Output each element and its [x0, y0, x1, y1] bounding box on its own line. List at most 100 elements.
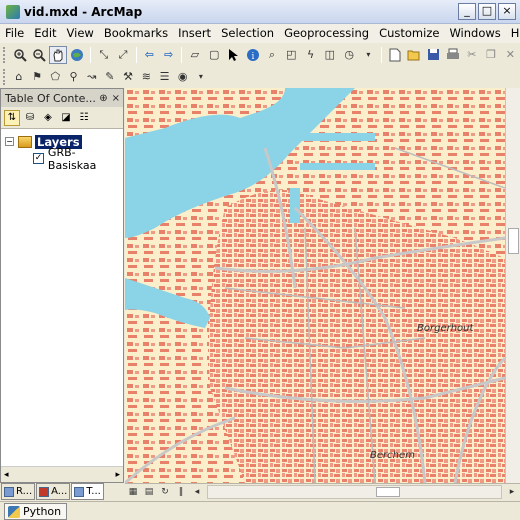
- time-slider-icon[interactable]: ◷: [341, 46, 358, 64]
- map-label-berchem: Berchem: [370, 450, 415, 461]
- pin-icon[interactable]: ⚲: [65, 68, 81, 86]
- python-icon: [8, 505, 20, 518]
- layer-item[interactable]: ✓ GRB-Basiskaa: [5, 146, 123, 172]
- flag-icon[interactable]: ⚑: [29, 68, 45, 86]
- close-button[interactable]: ×: [498, 3, 516, 20]
- toc-bottom-tabs: R... A... T...: [0, 483, 124, 501]
- pause-drawing-icon[interactable]: ‖: [173, 485, 189, 499]
- tools-icon[interactable]: ⚒: [120, 68, 136, 86]
- vertical-scroll-thumb[interactable]: [508, 228, 519, 254]
- scroll-right-icon[interactable]: ▸: [115, 470, 120, 480]
- list-icon[interactable]: ☰: [156, 68, 172, 86]
- auto-hide-pin-icon[interactable]: ⊕: [99, 93, 107, 104]
- table-of-contents-panel: Table Of Conte... ⊕ × ⇅ ⛁ ◈ ◪ ☷ − Layers…: [0, 88, 124, 483]
- zoom-in-icon[interactable]: [11, 46, 28, 64]
- menu-customize[interactable]: Customize: [374, 24, 444, 43]
- scroll-right-icon[interactable]: ▸: [504, 485, 520, 499]
- refresh-icon[interactable]: ↻: [157, 485, 173, 499]
- tab-table-of-contents[interactable]: T...: [71, 483, 104, 500]
- menu-insert[interactable]: Insert: [173, 24, 216, 43]
- edit-vertex-icon[interactable]: ✎: [102, 68, 118, 86]
- delete-icon[interactable]: ✕: [502, 46, 519, 64]
- menu-geoprocessing[interactable]: Geoprocessing: [279, 24, 374, 43]
- tab-toc-label: T...: [86, 486, 101, 497]
- data-view-icon[interactable]: ▦: [125, 485, 141, 499]
- layer-stack-icon[interactable]: ≋: [138, 68, 154, 86]
- python-tab[interactable]: Python: [4, 503, 68, 520]
- save-icon[interactable]: [425, 46, 442, 64]
- map-canvas[interactable]: Borgerhout Berchem: [125, 88, 505, 483]
- list-by-source-icon[interactable]: ⛁: [22, 110, 38, 126]
- title-bar: vid.mxd - ArcMap _ □ ×: [0, 0, 520, 24]
- toolbar-grip[interactable]: [3, 68, 7, 85]
- tab-results[interactable]: R...: [1, 483, 36, 500]
- fixed-zoom-out-icon[interactable]: ⤢: [114, 46, 131, 64]
- menu-bookmarks[interactable]: Bookmarks: [99, 24, 173, 43]
- toolbar-grip[interactable]: [3, 46, 7, 63]
- minimize-button[interactable]: _: [458, 3, 476, 20]
- full-extent-icon[interactable]: [69, 46, 86, 64]
- collapse-icon[interactable]: −: [5, 137, 14, 146]
- copy-icon[interactable]: ❐: [482, 46, 499, 64]
- python-tab-label: Python: [23, 505, 62, 518]
- python-window-bar: Python: [0, 501, 520, 520]
- menu-selection[interactable]: Selection: [216, 24, 279, 43]
- clear-selection-icon[interactable]: ▢: [206, 46, 223, 64]
- find-icon[interactable]: ⌕: [263, 46, 280, 64]
- window-title: vid.mxd - ArcMap: [24, 4, 143, 19]
- tab-arctoolbox-label: A...: [51, 486, 68, 497]
- map-label-borgerhout: Borgerhout: [417, 323, 474, 334]
- toc-title: Table Of Conte...: [5, 91, 96, 105]
- open-icon[interactable]: [405, 46, 422, 64]
- toc-header: Table Of Conte... ⊕ ×: [1, 89, 123, 107]
- scroll-left-icon[interactable]: ◂: [189, 485, 205, 499]
- html-popup-icon[interactable]: ◫: [321, 46, 338, 64]
- forward-icon[interactable]: ⇨: [160, 46, 177, 64]
- fixed-zoom-in-icon[interactable]: ⤡: [95, 46, 112, 64]
- map-vertical-scrollbar[interactable]: [505, 88, 520, 483]
- measure-icon[interactable]: ◰: [283, 46, 300, 64]
- menu-edit[interactable]: Edit: [29, 24, 61, 43]
- select-icon[interactable]: [225, 46, 242, 64]
- horizontal-scroll-thumb[interactable]: [376, 487, 400, 497]
- toolbar-chevron-icon[interactable]: ▾: [193, 68, 209, 86]
- toolbar-chevron-icon[interactable]: ▾: [360, 46, 377, 64]
- list-by-selection-icon[interactable]: ◪: [58, 110, 74, 126]
- toc-icon: [74, 486, 85, 497]
- toc-close-icon[interactable]: ×: [112, 93, 120, 104]
- polygon-icon[interactable]: ⬠: [47, 68, 63, 86]
- window-controls: _ □ ×: [458, 3, 516, 20]
- hyperlink-icon[interactable]: ϟ: [302, 46, 319, 64]
- map-horizontal-scrollbar[interactable]: [207, 485, 502, 499]
- arctoolbox-icon: [39, 486, 50, 497]
- list-by-visibility-icon[interactable]: ◈: [40, 110, 56, 126]
- circle-tool-icon[interactable]: ◉: [175, 68, 191, 86]
- select-features-icon[interactable]: ▱: [186, 46, 203, 64]
- map-view[interactable]: Borgerhout Berchem: [125, 88, 505, 483]
- zoom-out-icon[interactable]: [30, 46, 47, 64]
- toc-horizontal-scrollbar[interactable]: ◂ ▸: [1, 466, 123, 482]
- menu-bar: File Edit View Bookmarks Insert Selectio…: [0, 24, 520, 43]
- menu-windows[interactable]: Windows: [444, 24, 505, 43]
- back-icon[interactable]: ⇦: [141, 46, 158, 64]
- tab-arctoolbox[interactable]: A...: [36, 483, 71, 500]
- maximize-button[interactable]: □: [478, 3, 496, 20]
- cut-icon[interactable]: ✂: [463, 46, 480, 64]
- scroll-left-icon[interactable]: ◂: [4, 470, 9, 480]
- identify-icon[interactable]: i: [244, 46, 261, 64]
- new-doc-icon[interactable]: [386, 46, 403, 64]
- print-icon[interactable]: [444, 46, 461, 64]
- options-icon[interactable]: ☷: [76, 110, 92, 126]
- route-icon[interactable]: ↝: [84, 68, 100, 86]
- pan-icon[interactable]: [49, 45, 67, 64]
- menu-view[interactable]: View: [62, 24, 99, 43]
- checkbox-icon[interactable]: ✓: [33, 153, 44, 164]
- svg-text:i: i: [251, 52, 254, 62]
- menu-help[interactable]: Help: [506, 24, 520, 43]
- home-icon[interactable]: ⌂: [11, 68, 27, 86]
- layer-name[interactable]: GRB-Basiskaa: [48, 146, 123, 172]
- layer-tree: − Layers ✓ GRB-Basiskaa: [1, 129, 123, 172]
- list-by-drawing-order-icon[interactable]: ⇅: [4, 109, 20, 126]
- menu-file[interactable]: File: [0, 24, 29, 43]
- layout-view-icon[interactable]: ▤: [141, 485, 157, 499]
